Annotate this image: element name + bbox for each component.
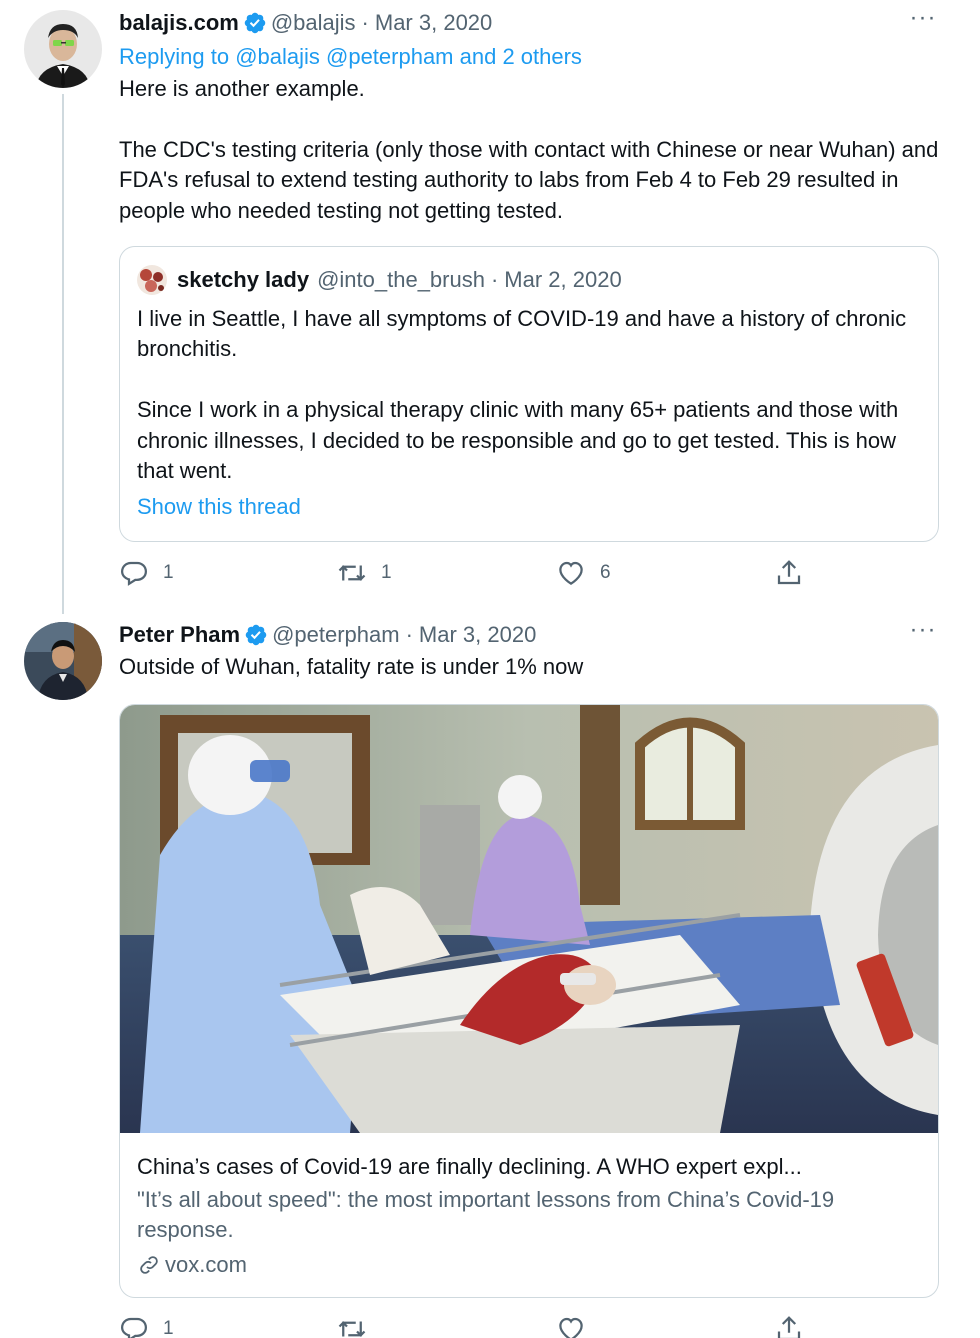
author-handle[interactable]: @balajis (271, 10, 356, 36)
separator: · (490, 267, 499, 292)
card-domain: vox.com (137, 1252, 920, 1278)
tweet-date[interactable]: Mar 3, 2020 (419, 622, 536, 648)
avatar-peterpham[interactable] (24, 622, 102, 700)
tweet-text: Here is another example. The CDC's testi… (119, 76, 939, 223)
share-button[interactable] (774, 556, 818, 590)
author-name[interactable]: Peter Pham (119, 622, 240, 648)
share-button[interactable] (774, 1312, 818, 1338)
tweet-header: balajis.com @balajis · Mar 3, 2020 (119, 6, 940, 40)
like-icon (559, 1317, 583, 1338)
more-icon[interactable]: ··· (906, 618, 940, 650)
retweet-count: 1 (381, 562, 392, 583)
author-handle[interactable]: @peterpham (272, 622, 400, 648)
more-icon[interactable]: ··· (906, 6, 940, 38)
card-description: "It’s all about speed": the most importa… (137, 1187, 835, 1243)
quote-author-name: sketchy lady (177, 267, 310, 292)
avatar-sketchy-lady (137, 265, 167, 295)
tweet-balajis: balajis.com @balajis · Mar 3, 2020 ··· R… (0, 0, 980, 614)
retweet-icon (338, 565, 366, 581)
tweet-actions: 1 (119, 1312, 819, 1338)
link-card[interactable]: China’s cases of Covid-19 are finally de… (119, 704, 939, 1298)
reply-count: 1 (163, 1318, 174, 1338)
avatar-balajis[interactable] (24, 10, 102, 88)
retweet-button[interactable]: 1 (337, 556, 392, 590)
card-title: China’s cases of Covid-19 are finally de… (137, 1154, 802, 1179)
thread-connector-line (62, 94, 64, 614)
card-domain-text: vox.com (165, 1251, 247, 1277)
tweet-peterpham: Peter Pham @peterpham · Mar 3, 2020 ··· … (0, 612, 980, 1338)
replying-users-link[interactable]: @balajis @peterpham and 2 others (235, 44, 582, 69)
reply-button[interactable]: 1 (119, 556, 174, 590)
replying-prefix: Replying to (119, 44, 236, 69)
tweet-date[interactable]: Mar 3, 2020 (375, 10, 492, 36)
quote-author-handle: @into_the_brush (317, 267, 485, 292)
retweet-button[interactable] (337, 1312, 381, 1338)
separator: · (405, 622, 413, 647)
separator: · (361, 10, 369, 35)
verified-badge-icon (244, 623, 268, 647)
quote-header: sketchy lady @into_the_brush · Mar 2, 20… (137, 263, 622, 297)
tweet-header: Peter Pham @peterpham · Mar 3, 2020 (119, 618, 940, 652)
quoted-tweet[interactable]: sketchy lady @into_the_brush · Mar 2, 20… (119, 246, 939, 542)
quote-date: Mar 2, 2020 (504, 267, 622, 292)
author-name[interactable]: balajis.com (119, 10, 239, 36)
reply-icon (120, 1317, 148, 1338)
like-button[interactable] (556, 1312, 600, 1338)
retweet-icon (338, 1321, 366, 1337)
like-icon (559, 561, 583, 585)
reply-button[interactable]: 1 (119, 1312, 174, 1338)
like-count: 6 (600, 562, 611, 583)
share-icon (777, 560, 801, 585)
verified-badge-icon (243, 11, 267, 35)
share-icon (777, 1316, 801, 1338)
replying-to: Replying to @balajis @peterpham and 2 ot… (119, 40, 940, 74)
link-icon (140, 1256, 158, 1274)
card-image (120, 705, 938, 1133)
tweet-actions: 1 1 6 (119, 556, 819, 590)
like-button[interactable]: 6 (556, 556, 611, 590)
reply-count: 1 (163, 562, 174, 583)
quote-text: I live in Seattle, I have all symptoms o… (137, 306, 907, 484)
show-this-thread-link[interactable]: Show this thread (137, 494, 301, 520)
tweet-text: Outside of Wuhan, fatality rate is under… (119, 654, 584, 679)
reply-icon (120, 561, 148, 586)
card-body: China’s cases of Covid-19 are finally de… (137, 1151, 920, 1278)
